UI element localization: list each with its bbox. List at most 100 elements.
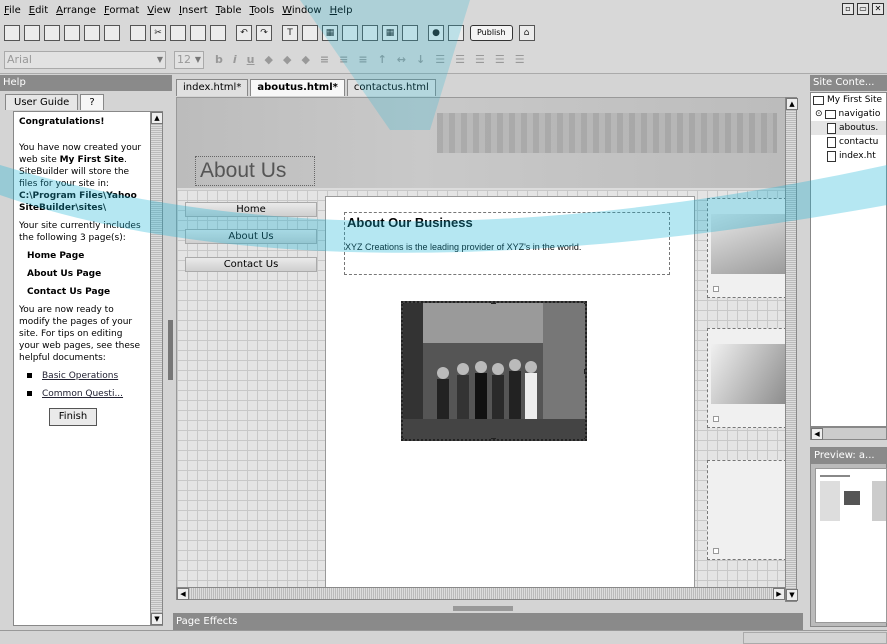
spellcheck-icon[interactable]	[130, 25, 146, 41]
nav-home-button[interactable]: Home	[185, 202, 317, 217]
tab-index[interactable]: index.html*	[176, 79, 249, 96]
upload-icon[interactable]	[448, 25, 464, 41]
folder-icon[interactable]	[64, 25, 80, 41]
resize-handle-nw[interactable]	[403, 303, 404, 304]
scroll-left-icon[interactable]: ◀	[177, 588, 189, 600]
nav-about-button[interactable]: About Us	[185, 229, 317, 244]
link-basic-operations[interactable]: Basic Operations	[42, 370, 118, 382]
menu-format[interactable]: Format	[100, 5, 143, 16]
insert-media-icon[interactable]	[402, 25, 418, 41]
scroll-down-icon[interactable]: ▼	[151, 613, 163, 625]
highlight-icon[interactable]: ◆	[301, 53, 309, 66]
valign-middle-icon[interactable]: ↔	[397, 53, 406, 66]
tab-aboutus[interactable]: aboutus.html*	[250, 79, 345, 96]
finish-button[interactable]: Finish	[49, 408, 97, 426]
align-right-icon[interactable]: ≡	[358, 53, 367, 66]
insert-form-icon[interactable]	[342, 25, 358, 41]
menu-arrange[interactable]: Arrange	[52, 5, 100, 16]
undo-icon[interactable]: ↶	[236, 25, 252, 41]
menu-table[interactable]: Table	[212, 5, 246, 16]
numbered-list-icon[interactable]: ☰	[455, 53, 465, 66]
tree-contactus[interactable]: contactu	[811, 135, 886, 149]
align-center-icon[interactable]: ≡	[339, 53, 348, 66]
resize-handle-se[interactable]	[584, 438, 585, 439]
expand-icon[interactable]: ⊙	[815, 107, 823, 121]
print-icon[interactable]	[104, 25, 120, 41]
valign-bottom-icon[interactable]: ↓	[416, 53, 425, 66]
valign-top-icon[interactable]: ↑	[378, 53, 387, 66]
tab-contactus[interactable]: contactus.html	[346, 79, 436, 96]
indent-icon[interactable]: ☰	[515, 53, 525, 66]
menu-insert[interactable]: Insert	[175, 5, 212, 16]
delete-icon[interactable]	[210, 25, 226, 41]
detach-icon[interactable]: ▭	[857, 3, 869, 15]
help-scrollbar[interactable]: ▲ ▼	[150, 111, 163, 626]
document-horizontal-scrollbar[interactable]: ◀ ▶	[176, 587, 786, 600]
resize-handle-w[interactable]	[403, 369, 404, 374]
document-vertical-scrollbar[interactable]: ▲ ▼	[785, 97, 798, 602]
site-tree-hscroll[interactable]: ◀	[810, 427, 887, 440]
tab-help[interactable]: ?	[80, 94, 104, 110]
menu-help[interactable]: Help	[326, 5, 357, 16]
open-icon[interactable]	[24, 25, 40, 41]
redo-icon[interactable]: ↷	[256, 25, 272, 41]
preview-title[interactable]: Preview: a...	[811, 448, 886, 464]
scroll-up-icon[interactable]: ▲	[151, 112, 163, 124]
resize-handle-e[interactable]	[584, 369, 585, 374]
outdent-icon[interactable]: ☰	[495, 53, 505, 66]
underline-button[interactable]: u	[247, 53, 255, 66]
resize-handle-n[interactable]	[491, 303, 496, 304]
insert-text-icon[interactable]: T	[282, 25, 298, 41]
page-title-box[interactable]: About Us	[195, 156, 315, 186]
scroll-down-icon[interactable]: ▼	[786, 589, 798, 601]
tree-site[interactable]: My First Site	[811, 93, 886, 107]
cut-icon[interactable]: ✂	[150, 25, 166, 41]
bottom-splitter-handle[interactable]	[453, 606, 513, 611]
bg-color-icon[interactable]: ◆	[283, 53, 291, 66]
insert-grid-icon[interactable]: ▦	[382, 25, 398, 41]
tree-aboutus[interactable]: aboutus.	[811, 121, 886, 135]
restore-icon[interactable]: ▫	[842, 3, 854, 15]
publish-button[interactable]: Publish	[470, 25, 513, 41]
scroll-up-icon[interactable]: ▲	[786, 98, 798, 110]
font-family-select[interactable]: Arial ▼	[4, 50, 166, 69]
insert-table-icon[interactable]: ▦	[322, 25, 338, 41]
text-color-icon[interactable]: ◆	[265, 53, 273, 66]
insert-nav-icon[interactable]	[362, 25, 378, 41]
preview-browser-icon[interactable]: ●	[428, 25, 444, 41]
close-icon[interactable]: ✕	[872, 3, 884, 15]
link-common-questions[interactable]: Common Questi...	[42, 388, 123, 400]
resize-handle-s[interactable]	[491, 438, 496, 439]
menu-edit[interactable]: Edit	[25, 5, 52, 16]
tree-navigation[interactable]: ⊙ navigatio	[811, 107, 886, 121]
font-size-select[interactable]: 12 ▼	[174, 50, 204, 69]
page-effects-panel[interactable]: Page Effects	[173, 613, 803, 630]
resize-handle-ne[interactable]	[584, 303, 585, 304]
resize-handle-sw[interactable]	[403, 438, 404, 439]
tree-index[interactable]: index.ht	[811, 149, 886, 163]
home-icon[interactable]: ⌂	[518, 25, 535, 41]
menu-view[interactable]: View	[143, 5, 175, 16]
site-contents-title[interactable]: Site Conte...	[810, 75, 887, 91]
insert-image-icon[interactable]	[302, 25, 318, 41]
scroll-right-icon[interactable]: ▶	[773, 588, 785, 600]
bold-button[interactable]: b	[215, 53, 223, 66]
nav-contact-button[interactable]: Contact Us	[185, 257, 317, 272]
align-left-icon[interactable]: ≡	[320, 53, 329, 66]
text-box[interactable]: About Our Business XYZ Creations is the …	[344, 212, 670, 275]
menu-tools[interactable]: Tools	[246, 5, 279, 16]
tab-user-guide[interactable]: User Guide	[5, 94, 79, 110]
paste-icon[interactable]	[190, 25, 206, 41]
site-icon[interactable]	[44, 25, 60, 41]
side-image-3[interactable]	[707, 460, 785, 560]
bullet-list-icon[interactable]: ☰	[435, 53, 445, 66]
copy-icon[interactable]	[170, 25, 186, 41]
side-image-1[interactable]	[707, 198, 785, 298]
group-photo[interactable]	[401, 301, 587, 441]
side-image-2[interactable]	[707, 328, 785, 428]
list-style-icon[interactable]: ☰	[475, 53, 485, 66]
italic-button[interactable]: i	[233, 53, 237, 66]
save-icon[interactable]	[84, 25, 100, 41]
scroll-left-icon[interactable]: ◀	[811, 428, 823, 440]
menu-window[interactable]: Window	[278, 5, 325, 16]
